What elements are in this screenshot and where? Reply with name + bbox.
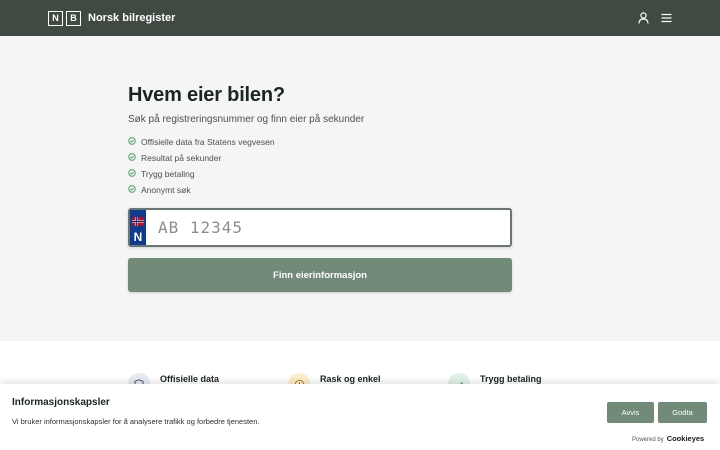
hero-section: Hvem eier bilen? Søk på registreringsnum… (128, 84, 512, 198)
cookie-banner: Informasjonskapsler Vi bruker informasjo… (0, 384, 720, 450)
feature-text: Resultat på sekunder (141, 153, 222, 163)
plate-input[interactable] (146, 210, 510, 245)
norway-flag-icon (132, 213, 144, 231)
feature-item: Resultat på sekunder (128, 150, 512, 166)
feature-list: Offisielle data fra Statens vegvesen Res… (128, 134, 512, 198)
country-band: N (130, 210, 146, 245)
feature-item: Offisielle data fra Statens vegvesen (128, 134, 512, 150)
feature-card-title: Rask og enkel (320, 374, 381, 384)
check-circle-icon (128, 169, 141, 179)
brand-name[interactable]: Norsk bilregister (88, 12, 175, 24)
search-button[interactable]: Finn eierinformasjon (128, 258, 512, 292)
feature-text: Offisielle data fra Statens vegvesen (141, 137, 275, 147)
top-navbar: N B Norsk bilregister (0, 0, 720, 36)
feature-card-title: Offisielle data (160, 374, 220, 384)
menu-icon[interactable] (661, 13, 672, 23)
feature-item: Trygg betaling (128, 166, 512, 182)
user-icon[interactable] (638, 12, 649, 24)
feature-card-title: Trygg betaling (480, 374, 542, 384)
feature-text: Anonymt søk (141, 185, 191, 195)
check-circle-icon (128, 137, 141, 147)
feature-text: Trygg betaling (141, 169, 195, 179)
cookie-powered-by[interactable]: Powered by Cookieyes (632, 434, 704, 443)
feature-item: Anonymt søk (128, 182, 512, 198)
cookie-accept-button[interactable]: Godta (658, 402, 707, 423)
check-circle-icon (128, 185, 141, 195)
page-subtitle: Søk på registreringsnummer og finn eier … (128, 114, 365, 125)
cookieyes-logo: Cookieyes (666, 434, 705, 443)
powered-by-label: Powered by (632, 437, 664, 443)
country-code: N (133, 230, 143, 244)
logo-letter-b: B (66, 10, 81, 26)
logo-letter-n: N (48, 10, 63, 26)
logo[interactable]: N B (48, 10, 81, 26)
check-circle-icon (128, 153, 141, 163)
cookie-title: Informasjonskapsler (12, 397, 110, 408)
cookie-reject-button[interactable]: Avvis (607, 402, 654, 423)
cookie-text: Vi bruker informasjonskapsler for å anal… (12, 417, 260, 426)
plate-search-field[interactable]: N (128, 208, 512, 247)
page-title: Hvem eier bilen? (128, 84, 285, 106)
